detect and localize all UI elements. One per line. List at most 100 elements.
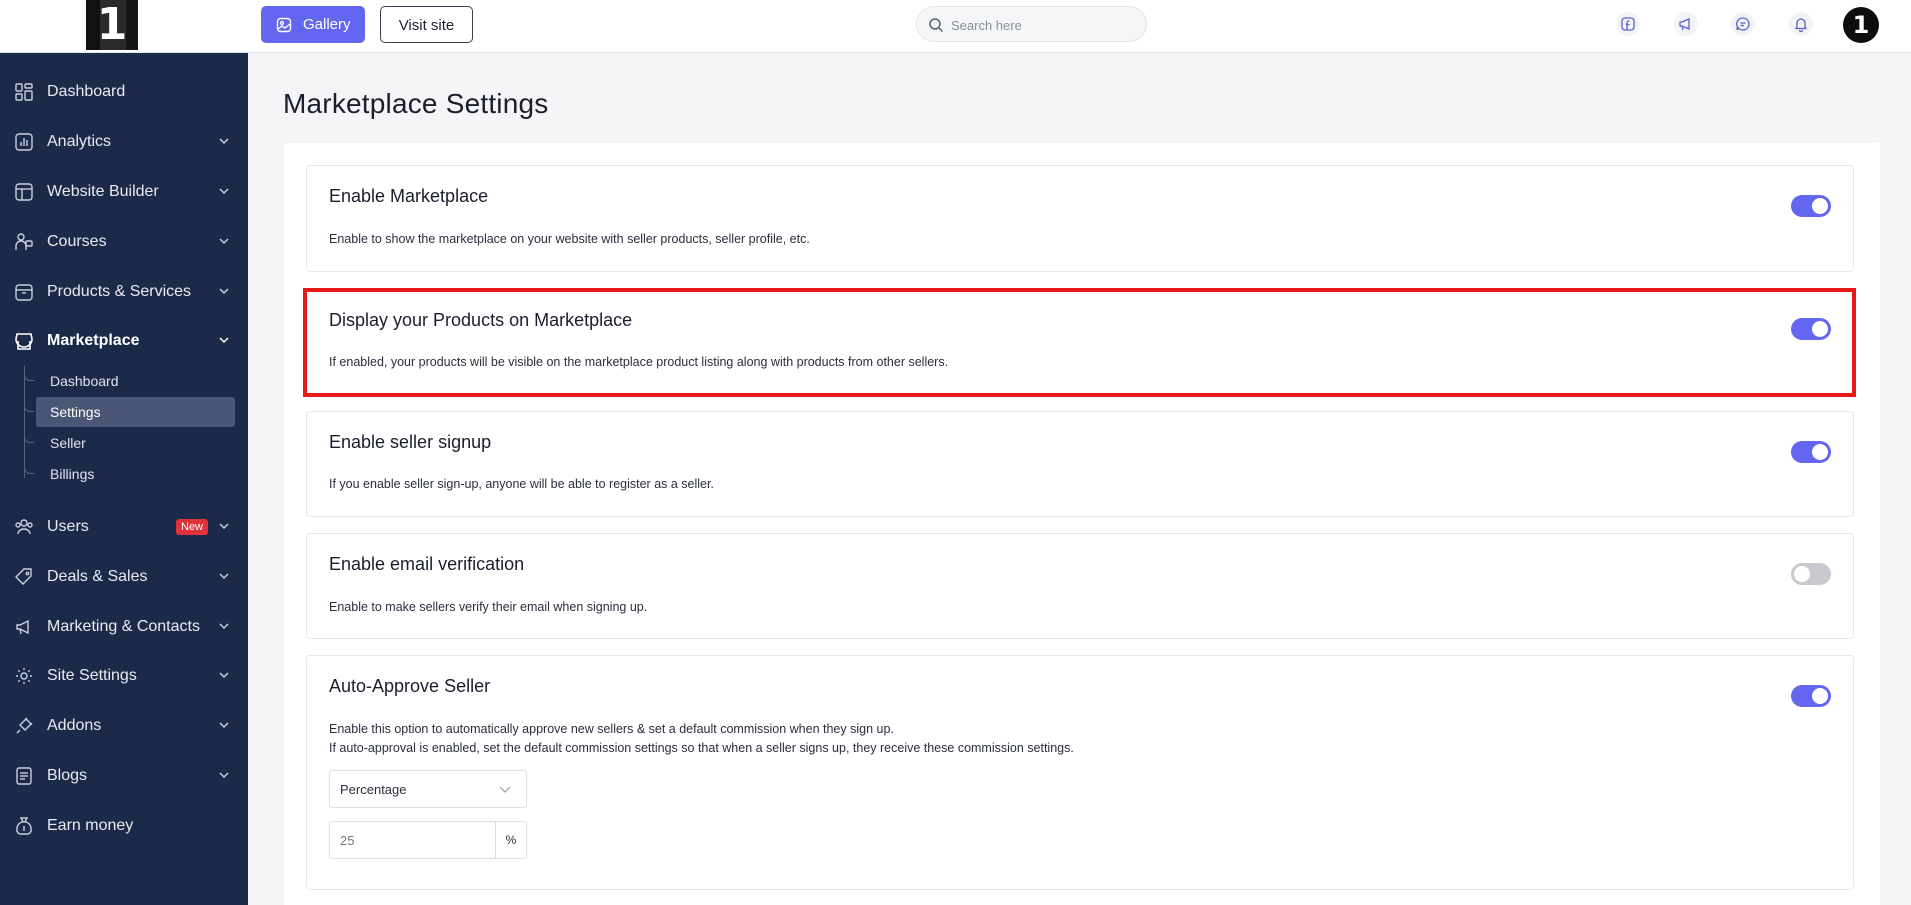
sidebar-item-addons[interactable]: Addons xyxy=(0,706,248,746)
search-icon xyxy=(929,18,944,33)
teacher-icon xyxy=(15,233,33,250)
display-products-toggle[interactable] xyxy=(1791,318,1831,340)
sidebar-item-label: Addons xyxy=(47,717,102,734)
logo-shade xyxy=(86,0,100,50)
setting-title: Enable email verification xyxy=(329,554,525,574)
setting-title: Auto-Approve Seller xyxy=(329,676,491,696)
sidebar-item-label: Products & Services xyxy=(47,283,192,300)
sidebar-item-label: Analytics xyxy=(47,133,112,150)
setting-description: If auto-approval is enabled, set the def… xyxy=(329,741,1074,755)
commission-amount-group: % xyxy=(329,821,527,859)
subnav-connector xyxy=(24,366,34,381)
layout-icon xyxy=(15,183,33,201)
toggle-knob xyxy=(1812,321,1828,337)
facebook-icon xyxy=(1621,17,1635,31)
bar-chart-icon xyxy=(15,133,33,151)
sidebar-item-analytics[interactable]: Analytics xyxy=(0,122,248,162)
sidebar-item-label: Courses xyxy=(47,233,107,250)
setting-title: Enable Marketplace xyxy=(329,186,489,206)
avatar[interactable]: 1 xyxy=(1843,7,1879,43)
sidebar-item-label: Site Settings xyxy=(47,667,137,684)
commission-type-select[interactable]: Percentage xyxy=(329,770,527,808)
sidebar-item-label: Earn money xyxy=(47,817,134,834)
chevron-down-icon xyxy=(219,238,229,245)
chevron-down-icon xyxy=(219,573,229,580)
announcements-button[interactable] xyxy=(1674,12,1698,36)
setting-description: Enable to show the marketplace on your w… xyxy=(329,232,810,246)
visit-site-button[interactable]: Visit site xyxy=(380,6,473,43)
chat-button[interactable] xyxy=(1731,12,1755,36)
search-box xyxy=(916,6,1147,42)
document-icon xyxy=(16,767,32,785)
sidebar-item-marketplace[interactable]: Marketplace xyxy=(0,321,248,361)
setting-title: Enable seller signup xyxy=(329,432,492,452)
chevron-down-icon xyxy=(219,337,229,344)
toggle-knob xyxy=(1812,688,1828,704)
chevron-down-icon xyxy=(219,188,229,195)
plug-icon xyxy=(16,717,33,734)
commission-unit: % xyxy=(505,833,517,847)
commission-amount-input[interactable] xyxy=(330,822,496,858)
setting-description: If enabled, your products will be visibl… xyxy=(329,355,949,369)
enable-marketplace-toggle[interactable] xyxy=(1791,195,1831,217)
sidebar-item-label: Users xyxy=(47,518,89,535)
settings-icon xyxy=(16,668,32,684)
setting-description: Enable to make sellers verify their emai… xyxy=(329,600,648,614)
bell-icon xyxy=(1794,18,1808,32)
search-input[interactable] xyxy=(951,15,1136,35)
subnav-label: Dashboard xyxy=(50,373,119,389)
subnav-item-seller[interactable]: Seller xyxy=(24,428,235,458)
chat-icon xyxy=(1736,17,1750,31)
sidebar: 1 Dashboard Analytics Website Builder Co… xyxy=(0,0,248,905)
sidebar-item-users[interactable]: Users New xyxy=(0,507,248,547)
sidebar-item-deals-sales[interactable]: Deals & Sales xyxy=(0,557,248,597)
sidebar-item-dashboard[interactable]: Dashboard xyxy=(0,72,248,112)
package-icon xyxy=(15,284,33,301)
subnav-label: Billings xyxy=(50,466,95,482)
grid-icon xyxy=(15,83,33,101)
chevron-down-icon xyxy=(219,623,229,630)
megaphone-icon xyxy=(16,619,29,635)
setting-card-auto-approve: Auto-Approve Seller Enable this option t… xyxy=(306,655,1854,890)
subnav-item-billings[interactable]: Billings xyxy=(24,459,235,489)
chevron-down-icon xyxy=(219,523,229,530)
sidebar-item-website-builder[interactable]: Website Builder xyxy=(0,172,248,212)
logo-text: 1 xyxy=(96,0,128,50)
gallery-icon xyxy=(276,17,292,33)
sidebar-item-products-services[interactable]: Products & Services xyxy=(0,272,248,312)
store-icon xyxy=(15,333,33,350)
brand-logo[interactable]: 1 xyxy=(86,0,138,50)
sidebar-item-marketing-contacts[interactable]: Marketing & Contacts xyxy=(0,607,248,647)
notifications-button[interactable] xyxy=(1789,12,1813,36)
visit-site-label: Visit site xyxy=(398,17,455,34)
chevron-down-icon xyxy=(219,672,229,679)
chevron-down-icon xyxy=(219,772,229,779)
sidebar-item-courses[interactable]: Courses xyxy=(0,222,248,262)
chevron-down-icon xyxy=(219,288,229,295)
setting-description: Enable this option to automatically appr… xyxy=(329,722,894,736)
seller-signup-toggle[interactable] xyxy=(1791,441,1831,463)
subnav-connector xyxy=(24,428,34,443)
sidebar-item-blogs[interactable]: Blogs xyxy=(0,756,248,796)
chevron-down-icon xyxy=(499,786,511,793)
sidebar-item-earn-money[interactable]: Earn money xyxy=(0,806,248,846)
toggle-knob xyxy=(1812,444,1828,460)
setting-title: Display your Products on Marketplace xyxy=(329,310,633,330)
megaphone-icon xyxy=(1679,18,1690,31)
email-verification-toggle[interactable] xyxy=(1791,563,1831,585)
page-title: Marketplace Settings xyxy=(283,88,549,119)
money-bag-icon xyxy=(16,817,32,835)
auto-approve-toggle[interactable] xyxy=(1791,685,1831,707)
facebook-button[interactable] xyxy=(1616,12,1640,36)
tag-icon xyxy=(15,568,32,585)
sidebar-item-label: Marketing & Contacts xyxy=(47,618,200,635)
setting-card-seller-signup: Enable seller signup If you enable selle… xyxy=(306,411,1854,517)
sidebar-item-label: Dashboard xyxy=(47,83,126,100)
sidebar-item-label: Blogs xyxy=(47,767,88,784)
gallery-button[interactable]: Gallery xyxy=(261,6,365,43)
subnav-item-settings[interactable]: Settings xyxy=(24,397,235,427)
subnav-item-dashboard[interactable]: Dashboard xyxy=(24,366,235,396)
sidebar-item-label: Website Builder xyxy=(47,183,159,200)
sidebar-item-site-settings[interactable]: Site Settings xyxy=(0,656,248,696)
setting-description: If you enable seller sign-up, anyone wil… xyxy=(329,477,714,491)
